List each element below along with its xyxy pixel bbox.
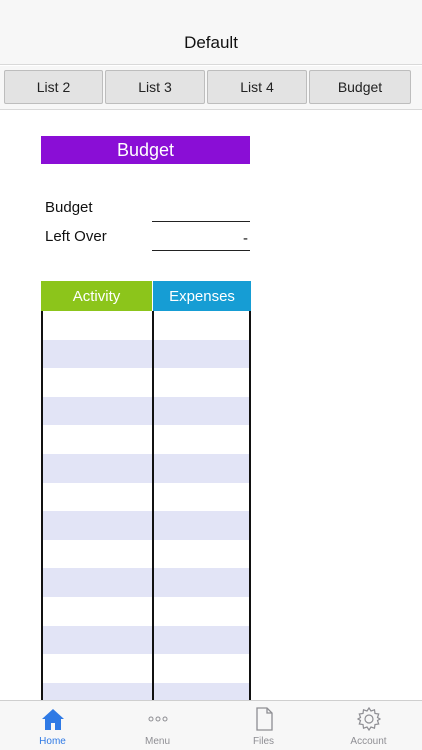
table-row[interactable] (41, 483, 251, 512)
left-over-label: Left Over (45, 228, 107, 245)
tab-list-4[interactable]: List 4 (207, 70, 307, 104)
tab-budget[interactable]: Budget (309, 70, 411, 104)
tab-account-label: Account (350, 736, 387, 747)
table-border-right (249, 311, 251, 700)
tab-home-label: Home (39, 736, 66, 747)
tab-menu-label: Menu (144, 736, 170, 747)
expenses-column-header: Expenses (153, 281, 251, 311)
table-row[interactable] (41, 597, 251, 626)
table-border-left (41, 311, 43, 700)
gear-icon (316, 706, 421, 732)
bottom-tab-bar: Home Menu Files Account (0, 700, 422, 750)
budget-header: Budget (41, 136, 250, 164)
table-row[interactable] (41, 311, 251, 340)
table-row[interactable] (41, 425, 251, 454)
table-row[interactable] (41, 540, 251, 569)
tab-account[interactable]: Account (316, 701, 421, 750)
expense-table: Activity Expenses (41, 281, 251, 700)
table-row[interactable] (41, 453, 251, 483)
table-rows (41, 311, 251, 700)
file-icon (211, 706, 316, 732)
budget-input[interactable] (152, 200, 250, 222)
segment-tabs: List 2 List 3 List 4 Budget (0, 66, 422, 110)
tab-files-label: Files (252, 736, 275, 747)
tab-list-3[interactable]: List 3 (105, 70, 205, 104)
table-row[interactable] (41, 625, 251, 655)
table-row[interactable] (41, 682, 251, 700)
home-icon (0, 706, 105, 732)
table-divider (152, 311, 154, 700)
budget-label: Budget (45, 199, 93, 216)
table-row[interactable] (41, 511, 251, 540)
activity-column-header: Activity (41, 281, 152, 311)
table-row[interactable] (41, 654, 251, 683)
tab-files[interactable]: Files (211, 701, 316, 750)
left-over-value: - (152, 229, 250, 251)
more-icon (105, 706, 210, 732)
table-row[interactable] (41, 396, 251, 426)
table-row[interactable] (41, 339, 251, 369)
tab-list-2[interactable]: List 2 (4, 70, 103, 104)
tab-home[interactable]: Home (0, 701, 105, 750)
table-row[interactable] (41, 568, 251, 597)
navigation-bar: Default (0, 0, 422, 65)
table-row[interactable] (41, 368, 251, 397)
page-title: Default (184, 33, 238, 52)
tab-menu[interactable]: Menu (105, 701, 210, 750)
